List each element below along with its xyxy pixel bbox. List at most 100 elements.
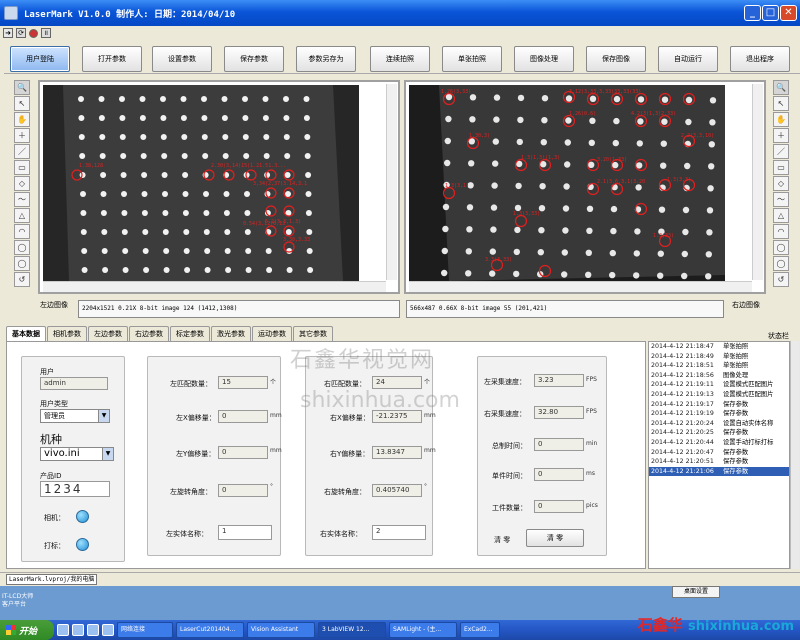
log-row[interactable]: 2014-4-12 21:19:11 设置模式匹配图片 [649,380,789,390]
pause-icon[interactable]: ॥ [41,28,51,38]
taskbar-task[interactable]: SAMLight - (主... [389,622,457,638]
exit-program-button[interactable]: 退出程序 [730,46,790,72]
open-params-button[interactable]: 打开参数 [82,46,142,72]
left-image-tool-icon[interactable]: △ [14,208,30,223]
status-log-list[interactable]: 2014-4-12 21:18:47 单张拍照 2014-4-12 21:18:49… [648,341,790,569]
left-image-tool-icon[interactable]: ✋ [14,112,30,127]
tab-1[interactable]: 相机参数 [47,326,87,341]
tab-0[interactable]: 基本数据 [6,326,46,342]
tab-4[interactable]: 标定参数 [170,326,210,341]
save-image-button[interactable]: 保存图像 [586,46,646,72]
left-image-tool-icon[interactable]: ◇ [14,176,30,191]
log-row[interactable]: 2014-4-12 21:19:13 设置模式匹配图片 [649,390,789,400]
right-image-tool-icon[interactable]: ◠ [773,224,789,239]
log-row[interactable]: 2014-4-12 21:18:56 图像处理 [649,371,789,381]
log-row[interactable]: 2014-4-12 21:20:47 保存参数 [649,448,789,458]
tab-7[interactable]: 其它参数 [293,326,333,341]
quick-launch-icon[interactable] [87,624,99,636]
left-image-vscroll[interactable] [386,84,397,280]
save-params-as-button[interactable]: 参数另存为 [296,46,356,72]
left-image-tool-icon[interactable]: ◠ [14,224,30,239]
left-entity-name-field[interactable]: 1 [218,525,272,540]
product-id-field[interactable]: 1234 [40,481,110,497]
continuous-capture-button[interactable]: 连续拍照 [370,46,430,72]
left-image-tool-icon[interactable]: ▭ [14,160,30,175]
abort-icon[interactable] [29,28,38,38]
right-image-tool-icon[interactable]: ◯ [773,256,789,271]
quick-launch-icon[interactable] [102,624,114,636]
right-image-tool-icon[interactable]: ◯ [773,240,789,255]
left-dot [265,248,272,254]
left-image-tool-icon[interactable]: ／ [14,144,30,159]
right-entity-name-field[interactable]: 2 [372,525,426,540]
tab-5[interactable]: 激光参数 [211,326,251,341]
right-image-tool-icon[interactable]: ↖ [773,96,789,111]
log-row[interactable]: 2014-4-12 21:20:51 保存参数 [649,457,789,467]
save-params-button[interactable]: 保存参数 [224,46,284,72]
taskbar-task[interactable]: Vision Assistant [247,622,315,638]
right-dot [637,96,645,103]
log-row[interactable]: 2014-4-12 21:18:47 单张拍照 [649,342,789,352]
log-row[interactable]: 2014-4-12 21:20:44 设置手动打标打标 [649,438,789,448]
chevron-down-icon[interactable]: ▼ [98,410,109,422]
tab-3[interactable]: 右边参数 [129,326,169,341]
left-image-tool-icon[interactable]: 〜 [14,192,30,207]
log-row[interactable]: 2014-4-12 21:19:17 保存参数 [649,400,789,410]
right-image-tool-icon[interactable]: ◇ [773,176,789,191]
left-image-hscroll[interactable] [43,281,386,292]
log-row[interactable]: 2014-4-12 21:18:51 单张拍照 [649,361,789,371]
desktop-settings-button[interactable]: 桌面设置 [672,586,720,598]
quick-launch-icon[interactable] [72,624,84,636]
left-image-display[interactable]: 1.38,128 2.30(3,14)15)1.21.51.3... 3,34(2,… [38,80,400,294]
left-image-tool-icon[interactable]: ＋ [14,128,30,143]
log-row[interactable]: 2014-4-12 21:20:25 保存参数 [649,428,789,438]
minimize-button[interactable]: _ [744,5,761,21]
right-image-tool-icon[interactable]: △ [773,208,789,223]
left-image-tool-icon[interactable]: ↺ [14,272,30,287]
close-button[interactable]: ✕ [780,5,797,21]
right-image-tool-icon[interactable]: ↺ [773,272,789,287]
right-image-tool-icon[interactable]: ✋ [773,112,789,127]
image-process-button[interactable]: 图像处理 [514,46,574,72]
machine-select[interactable]: vivo.ini ▼ [40,447,114,461]
log-row[interactable]: 2014-4-12 21:21:06 保存参数 [649,466,789,477]
auto-run-button[interactable]: 自动运行 [658,46,718,72]
log-row[interactable]: 2014-4-12 21:19:19 保存参数 [649,409,789,419]
chevron-down-icon[interactable]: ▼ [102,448,113,460]
title-bar[interactable]: LaserMark V1.0.0 制作人: 日期：2014/04/10 _ □ … [0,0,800,26]
left-image-tool-icon[interactable]: ◯ [14,256,30,271]
left-image-tool-icon[interactable]: ◯ [14,240,30,255]
single-capture-button[interactable]: 单张拍照 [442,46,502,72]
right-image-tool-icon[interactable]: 🔍 [773,80,789,95]
tab-6[interactable]: 运动参数 [252,326,292,341]
maximize-button[interactable]: □ [762,5,779,21]
left-image-tool-icon[interactable]: 🔍 [14,80,30,95]
taskbar-task[interactable]: ExCad2... [460,622,500,638]
clear-button[interactable]: 清 零 [526,529,584,547]
log-row[interactable]: 2014-4-12 21:20:24 设置自动实体名称 [649,419,789,429]
set-params-button[interactable]: 设置参数 [152,46,212,72]
right-image-tool-icon[interactable]: ▭ [773,160,789,175]
right-image-tool-icon[interactable]: ＋ [773,128,789,143]
taskbar-task[interactable]: LaserCut201404... [176,622,244,638]
status-log-scrollbar[interactable] [790,341,799,569]
right-image-vscroll[interactable] [752,84,763,280]
right-image-tool-icon[interactable]: 〜 [773,192,789,207]
right-camera-image[interactable]: 1.26(3,33) 3.12(3,33,3,33)33,33(33) 1.26(0… [409,85,725,281]
right-image-hscroll[interactable] [409,281,752,292]
right-image-display[interactable]: 1.26(3,33) 3.12(3,33,3,33)33,33(33) 1.26(0… [404,80,766,294]
run-continuous-icon[interactable]: ⟳ [16,28,26,38]
left-image-tool-icon[interactable]: ↖ [14,96,30,111]
run-arrow-icon[interactable]: ➜ [3,28,13,38]
tab-2[interactable]: 左边参数 [88,326,128,341]
login-button[interactable]: 用户登陆 [10,46,70,72]
quick-launch-icon[interactable] [57,624,69,636]
right-image-tool-icon[interactable]: ／ [773,144,789,159]
taskbar-task[interactable]: 3 LabVIEW 12... [318,622,386,638]
taskbar-task[interactable]: 网络连接 [117,622,173,638]
log-row[interactable]: 2014-4-12 21:18:49 单张拍照 [649,352,789,362]
left-camera-image[interactable]: 1.38,128 2.30(3,14)15)1.21.51.3... 3,34(2,… [43,85,359,281]
log-time: 2014-4-12 21:19:13 [651,390,714,398]
user-type-select[interactable]: 管理员 ▼ [40,409,110,423]
start-button[interactable]: 开始 [0,620,54,640]
